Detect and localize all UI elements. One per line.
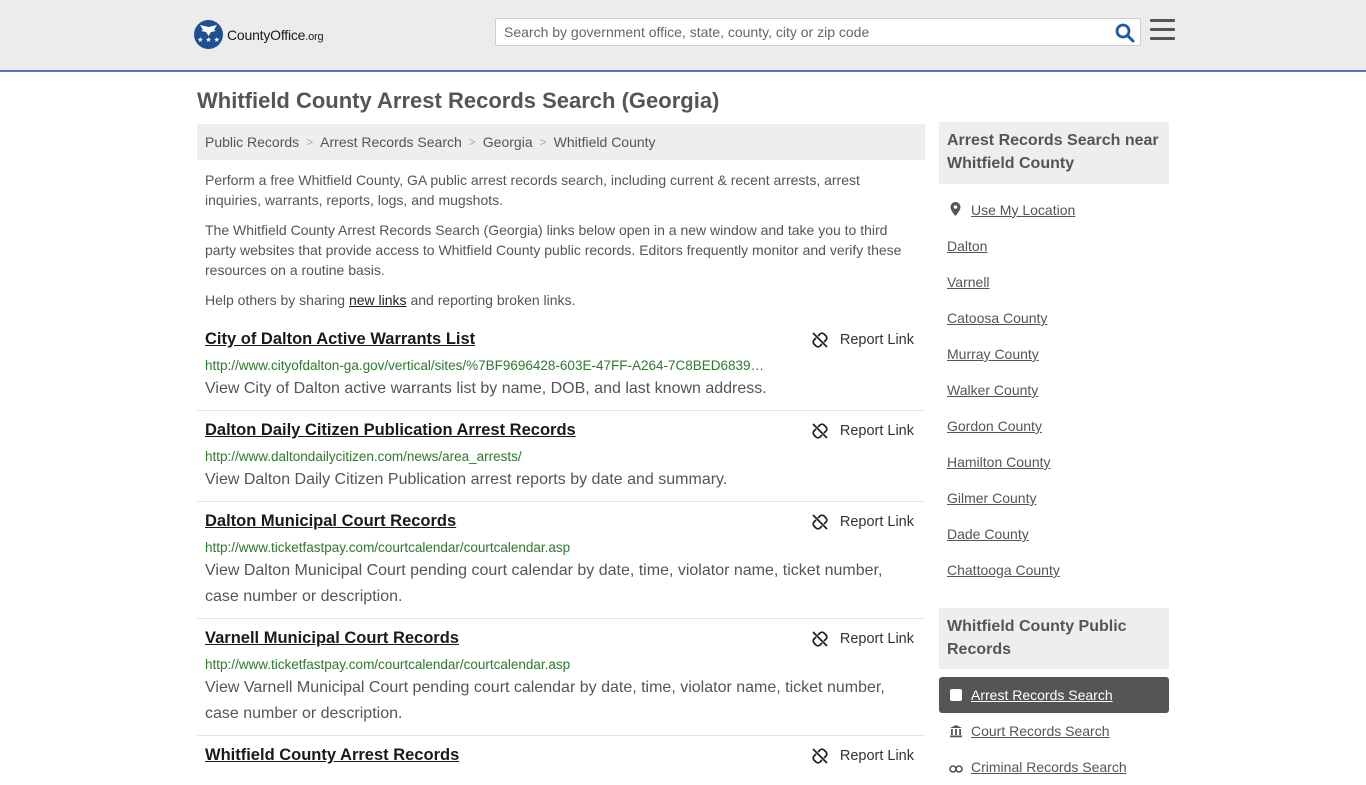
nearby-link-dade-county[interactable]: Dade County (947, 526, 1029, 542)
map-pin-icon (950, 202, 961, 216)
use-location-link[interactable]: Use My Location (971, 202, 1075, 218)
result-item: Varnell Municipal Court Records Report L… (197, 629, 925, 736)
result-title-link[interactable]: City of Dalton Active Warrants List (205, 330, 475, 349)
result-title-link[interactable]: Dalton Daily Citizen Publication Arrest … (205, 421, 576, 440)
share-paragraph: Help others by sharing new links and rep… (205, 292, 576, 308)
result-url[interactable]: http://www.ticketfastpay.com/courtcalend… (205, 540, 787, 555)
public-record-criminal-records-search[interactable]: Criminal Records Search (939, 749, 1169, 785)
public-record-arrest-records-search[interactable]: Arrest Records Search (939, 677, 1169, 713)
report-link-button[interactable]: Report Link (812, 748, 914, 764)
site-header: ★ ★ ★ CountyOffice.org (0, 0, 1366, 72)
result-item: Dalton Municipal Court Records Report Li… (197, 512, 925, 619)
hamburger-menu-icon[interactable] (1150, 19, 1175, 41)
report-link-button[interactable]: Report Link (812, 332, 914, 348)
public-records-heading: Whitfield County Public Records (939, 608, 1169, 669)
new-links-link[interactable]: new links (349, 292, 407, 308)
courthouse-icon (950, 725, 962, 738)
result-title-link[interactable]: Whitfield County Arrest Records (205, 746, 459, 765)
breadcrumb-separator: > (539, 135, 547, 149)
use-my-location[interactable]: Use My Location (947, 201, 1075, 218)
breadcrumb-public-records[interactable]: Public Records (205, 134, 299, 150)
page-title: Whitfield County Arrest Records Search (… (197, 88, 720, 113)
nearby-link-dalton[interactable]: Dalton (947, 238, 987, 254)
result-item: Dalton Daily Citizen Publication Arrest … (197, 421, 925, 502)
checkbox-icon (950, 689, 962, 701)
logo-text: CountyOffice.org (227, 26, 324, 43)
breadcrumb-whitfield-county[interactable]: Whitfield County (554, 134, 656, 150)
search-box (495, 18, 1141, 46)
result-description: View Dalton Municipal Court pending cour… (205, 562, 883, 605)
breadcrumb-georgia[interactable]: Georgia (483, 134, 533, 150)
broken-link-icon (812, 631, 828, 647)
nearby-heading: Arrest Records Search near Whitfield Cou… (939, 122, 1169, 184)
result-title-link[interactable]: Varnell Municipal Court Records (205, 629, 459, 648)
result-title-link[interactable]: Dalton Municipal Court Records (205, 512, 456, 531)
nearby-link-catoosa-county[interactable]: Catoosa County (947, 310, 1047, 326)
nearby-link-gordon-county[interactable]: Gordon County (947, 418, 1042, 434)
search-input[interactable] (496, 19, 1106, 45)
broken-link-icon (812, 423, 828, 439)
handcuffs-icon (949, 765, 963, 773)
result-description: View City of Dalton active warrants list… (205, 380, 767, 397)
result-url[interactable]: http://www.ticketfastpay.com/courtcalend… (205, 657, 787, 672)
public-record-court-records-search[interactable]: Court Records Search (939, 713, 1169, 749)
result-url[interactable]: http://www.cityofdalton-ga.gov/vertical/… (205, 358, 787, 373)
site-logo[interactable]: ★ ★ ★ CountyOffice.org (194, 20, 324, 49)
breadcrumb-arrest-records-search[interactable]: Arrest Records Search (320, 134, 462, 150)
intro-paragraph: Perform a free Whitfield County, GA publ… (205, 172, 860, 208)
nearby-link-chattooga-county[interactable]: Chattooga County (947, 562, 1060, 578)
nearby-link-gilmer-county[interactable]: Gilmer County (947, 490, 1036, 506)
result-description: View Dalton Daily Citizen Publication ar… (205, 471, 728, 488)
disclaimer-paragraph: The Whitfield County Arrest Records Sear… (205, 222, 902, 278)
report-link-button[interactable]: Report Link (812, 631, 914, 647)
broken-link-icon (812, 748, 828, 764)
result-url[interactable]: http://www.daltondailycitizen.com/news/a… (205, 449, 787, 464)
result-item: City of Dalton Active Warrants List Repo… (197, 330, 925, 411)
report-link-button[interactable]: Report Link (812, 514, 914, 530)
breadcrumb-separator: > (306, 135, 314, 149)
result-item: Whitfield County Arrest Records Report L… (197, 746, 925, 768)
nearby-link-murray-county[interactable]: Murray County (947, 346, 1039, 362)
search-icon[interactable] (1114, 22, 1136, 44)
eagle-seal-icon: ★ ★ ★ (194, 20, 223, 49)
breadcrumb: Public Records > Arrest Records Search >… (197, 124, 925, 160)
result-description: View Varnell Municipal Court pending cou… (205, 679, 885, 722)
broken-link-icon (812, 514, 828, 530)
nearby-link-walker-county[interactable]: Walker County (947, 382, 1038, 398)
nearby-link-varnell[interactable]: Varnell (947, 274, 990, 290)
breadcrumb-separator: > (468, 135, 476, 149)
nearby-link-hamilton-county[interactable]: Hamilton County (947, 454, 1051, 470)
report-link-button[interactable]: Report Link (812, 423, 914, 439)
broken-link-icon (812, 332, 828, 348)
